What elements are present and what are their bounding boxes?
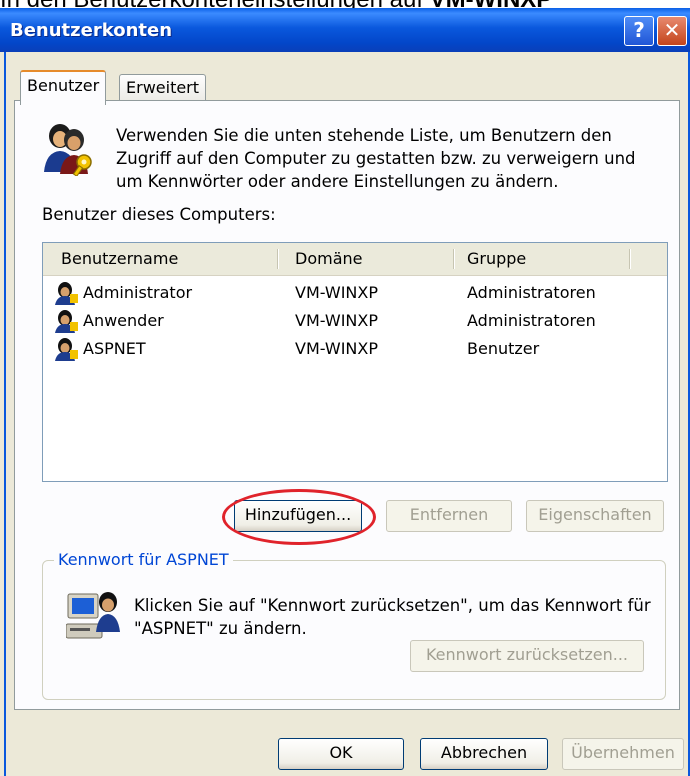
table-row[interactable]: ASPNET VM-WINXP Benutzer <box>43 335 667 363</box>
caption-prefix: In den Benutzerkonteneinstellungen auf <box>0 0 430 8</box>
users-list-label: Benutzer dieses Computers: <box>42 205 276 224</box>
user-icon <box>55 282 78 305</box>
user-icon <box>55 338 78 361</box>
cell-username: ASPNET <box>83 339 146 358</box>
cancel-button[interactable]: Abbrechen <box>420 738 548 770</box>
close-icon: ✕ <box>663 18 681 42</box>
caption-bold: VM-WINXP <box>430 0 553 8</box>
cell-domain: VM-WINXP <box>295 311 378 330</box>
apply-button[interactable]: Übernehmen <box>562 738 684 770</box>
user-icon <box>55 310 78 333</box>
cell-group: Administratoren <box>467 311 596 330</box>
tab-erweitert[interactable]: Erweitert <box>119 74 207 101</box>
help-icon: ? <box>633 18 645 42</box>
title-bar[interactable]: Benutzerkonten ? ✕ <box>0 8 690 52</box>
users-key-icon <box>44 124 92 176</box>
column-header-username[interactable]: Benutzername <box>61 243 178 275</box>
ok-button[interactable]: OK <box>278 738 404 770</box>
table-row[interactable]: Anwender VM-WINXP Administratoren <box>43 307 667 335</box>
column-header-domain[interactable]: Domäne <box>295 243 362 275</box>
tab-label: Benutzer <box>27 76 100 95</box>
cell-group: Administratoren <box>467 283 596 302</box>
password-group-text: Klicken Sie auf "Kennwort zurücksetzen",… <box>134 596 651 638</box>
password-group-legend: Kennwort für ASPNET <box>54 550 233 569</box>
listview-header: Benutzername Domäne Gruppe <box>43 243 667 276</box>
computer-user-icon <box>66 592 120 639</box>
tab-label: Erweitert <box>126 78 200 97</box>
page-caption: In den Benutzerkonteneinstellungen auf V… <box>0 0 690 8</box>
cell-username: Anwender <box>83 311 164 330</box>
close-button[interactable]: ✕ <box>657 16 687 46</box>
cell-group: Benutzer <box>467 339 540 358</box>
window-title: Benutzerkonten <box>10 20 173 41</box>
cell-username: Administrator <box>83 283 193 302</box>
cell-domain: VM-WINXP <box>295 339 378 358</box>
column-divider[interactable] <box>453 249 455 269</box>
reset-password-button[interactable]: Kennwort zurücksetzen... <box>410 640 644 672</box>
table-row[interactable]: Administrator VM-WINXP Administratoren <box>43 279 667 307</box>
remove-button[interactable]: Entfernen <box>386 500 512 532</box>
column-divider[interactable] <box>629 249 631 269</box>
tab-benutzer[interactable]: Benutzer <box>20 70 107 105</box>
properties-button[interactable]: Eigenschaften <box>526 500 664 532</box>
intro-text: Verwenden Sie die unten stehende Liste, … <box>116 126 636 191</box>
column-divider[interactable] <box>277 249 279 269</box>
column-header-group[interactable]: Gruppe <box>467 243 526 275</box>
users-listview[interactable]: Benutzername Domäne Gruppe Administrator… <box>42 242 668 482</box>
highlight-ellipse <box>222 489 376 545</box>
cell-domain: VM-WINXP <box>295 283 378 302</box>
help-button[interactable]: ? <box>624 16 654 46</box>
